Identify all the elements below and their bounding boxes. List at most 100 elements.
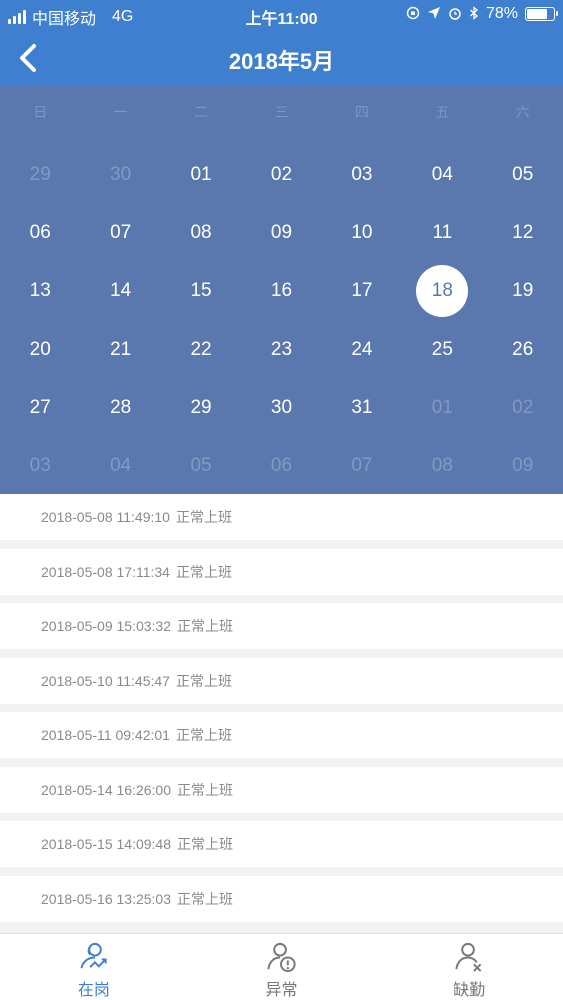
- calendar-day[interactable]: 10: [322, 204, 402, 262]
- calendar-day-selected[interactable]: 18: [402, 262, 482, 320]
- tab-absent[interactable]: 缺勤: [375, 934, 563, 1000]
- calendar-day[interactable]: 04: [80, 437, 160, 495]
- tab-on-duty[interactable]: 在岗: [0, 934, 188, 1000]
- calendar-day[interactable]: 01: [402, 379, 482, 437]
- weekday-label: 五: [435, 104, 450, 120]
- calendar-day[interactable]: 25: [402, 321, 482, 379]
- day-number: 12: [512, 222, 534, 244]
- calendar-day[interactable]: 04: [402, 146, 482, 204]
- calendar-day[interactable]: 29: [161, 379, 241, 437]
- tab-abnormal[interactable]: 异常: [188, 934, 376, 1000]
- calendar-day[interactable]: 11: [402, 204, 482, 262]
- day-number: 14: [110, 280, 132, 302]
- list-item[interactable]: 2018-05-11 09:42:01 正常上班: [0, 712, 563, 758]
- calendar-day[interactable]: 30: [241, 379, 321, 437]
- record-datetime: 2018-05-09 15:03:32: [41, 618, 171, 634]
- day-number: 24: [351, 338, 373, 360]
- record-datetime: 2018-05-11 09:42:01: [41, 727, 170, 743]
- calendar-day[interactable]: 17: [322, 262, 402, 320]
- calendar-week-row: 06 07 08 09 10 11 12: [0, 204, 563, 262]
- calendar-day[interactable]: 14: [80, 262, 160, 320]
- calendar-day[interactable]: 06: [0, 204, 80, 262]
- day-number: 04: [431, 164, 453, 186]
- calendar-day[interactable]: 01: [161, 146, 241, 204]
- calendar-day[interactable]: 07: [322, 437, 402, 495]
- day-number: 30: [270, 396, 293, 418]
- list-item[interactable]: 2018-05-09 15:03:32 正常上班: [0, 603, 563, 649]
- calendar-grid: 29 30 01 02 03 04 05 06 07 08 09 10 11 12 13 14 15 16 17 18…: [0, 146, 563, 495]
- calendar-day[interactable]: 02: [483, 379, 563, 437]
- list-item[interactable]: 2018-05-10 11:45:47 正常上班: [0, 657, 563, 704]
- calendar-week-row: 20 21 22 23 24 25 26: [0, 321, 563, 379]
- record-status: 正常上班: [177, 618, 233, 634]
- calendar-day[interactable]: 16: [241, 262, 321, 320]
- calendar-day[interactable]: 09: [483, 437, 563, 495]
- record-datetime: 2018-05-08 11:49:10: [41, 509, 170, 525]
- record-status: 正常上班: [177, 781, 233, 798]
- calendar-day[interactable]: 06: [241, 437, 321, 495]
- calendar-week-row: 13 14 15 16 17 18 19: [0, 262, 563, 320]
- calendar-day[interactable]: 29: [0, 146, 80, 204]
- day-number: 16: [270, 280, 293, 302]
- calendar-day[interactable]: 13: [0, 262, 80, 320]
- day-number: 19: [512, 280, 534, 302]
- record-datetime: 2018-05-10 11:45:47: [41, 672, 170, 689]
- list-item[interactable]: 2018-05-15 14:09:48 正常上班: [0, 821, 563, 867]
- calendar-day[interactable]: 09: [241, 204, 321, 262]
- calendar-day[interactable]: 12: [483, 204, 563, 262]
- day-number: 10: [351, 222, 373, 244]
- calendar-day[interactable]: 22: [161, 321, 241, 379]
- calendar-day[interactable]: 15: [161, 262, 241, 320]
- list-item[interactable]: 2018-05-08 17:11:34 正常上班: [0, 548, 563, 595]
- tab-label: 在岗: [77, 982, 110, 999]
- day-number: 02: [270, 164, 293, 186]
- weekday-label: 六: [515, 104, 530, 120]
- page-title: 2018年5月: [228, 49, 335, 74]
- calendar-day[interactable]: 27: [0, 379, 80, 437]
- bluetooth-icon: [469, 5, 479, 23]
- day-number: 06: [29, 222, 51, 244]
- record-status: 正常上班: [175, 672, 232, 689]
- weekday-header: 日一二三四五六: [0, 102, 563, 122]
- calendar-day[interactable]: 21: [80, 321, 160, 379]
- day-number: 06: [270, 455, 293, 477]
- record-status: 正常上班: [177, 890, 233, 907]
- calendar-day[interactable]: 03: [0, 437, 80, 495]
- calendar-day[interactable]: 26: [483, 321, 563, 379]
- calendar-day[interactable]: 08: [402, 437, 482, 495]
- calendar-day[interactable]: 31: [322, 379, 402, 437]
- battery-percent: 78%: [485, 5, 518, 22]
- calendar-day[interactable]: 24: [322, 321, 402, 379]
- list-item[interactable]: 2018-05-08 11:49:10 正常上班: [0, 494, 563, 540]
- calendar: 日 一 二 三 四 五 六 29 30 01 02 03 04 05 06 07 08 09 10 11 12 13 14…: [0, 86, 563, 494]
- calendar-day[interactable]: 02: [241, 146, 321, 204]
- calendar-day[interactable]: 05: [161, 437, 241, 495]
- weekday-label: 一: [113, 104, 128, 120]
- list-item[interactable]: 2018-05-14 16:26:00 正常上班: [0, 766, 563, 813]
- weekday-label: 二: [194, 104, 209, 120]
- calendar-day[interactable]: 19: [483, 262, 563, 320]
- day-number: 05: [190, 455, 212, 477]
- calendar-day[interactable]: 28: [80, 379, 160, 437]
- day-number: 08: [431, 455, 453, 477]
- abnormal-icon: [266, 942, 296, 973]
- calendar-day[interactable]: 20: [0, 321, 80, 379]
- calendar-day[interactable]: 23: [241, 321, 321, 379]
- day-number: 02: [512, 396, 534, 418]
- on-duty-icon: [80, 942, 107, 969]
- record-datetime: 2018-05-16 13:25:03: [41, 890, 171, 907]
- day-number: 09: [270, 222, 293, 244]
- day-number: 29: [29, 164, 51, 186]
- calendar-day[interactable]: 08: [161, 204, 241, 262]
- calendar-day[interactable]: 05: [483, 146, 563, 204]
- calendar-day[interactable]: 07: [80, 204, 160, 262]
- day-number: 09: [512, 455, 534, 477]
- calendar-day[interactable]: 30: [80, 146, 160, 204]
- list-item[interactable]: 2018-05-16 13:25:03 正常上班: [0, 875, 563, 922]
- tab-label: 异常: [265, 982, 298, 999]
- day-number: 01: [190, 164, 212, 186]
- attendance-record-list: 2018-05-08 11:49:10 正常上班 2018-05-08 17:11:…: [0, 494, 563, 930]
- day-number: 11: [432, 222, 453, 244]
- day-number: 26: [512, 338, 534, 360]
- calendar-day[interactable]: 03: [322, 146, 402, 204]
